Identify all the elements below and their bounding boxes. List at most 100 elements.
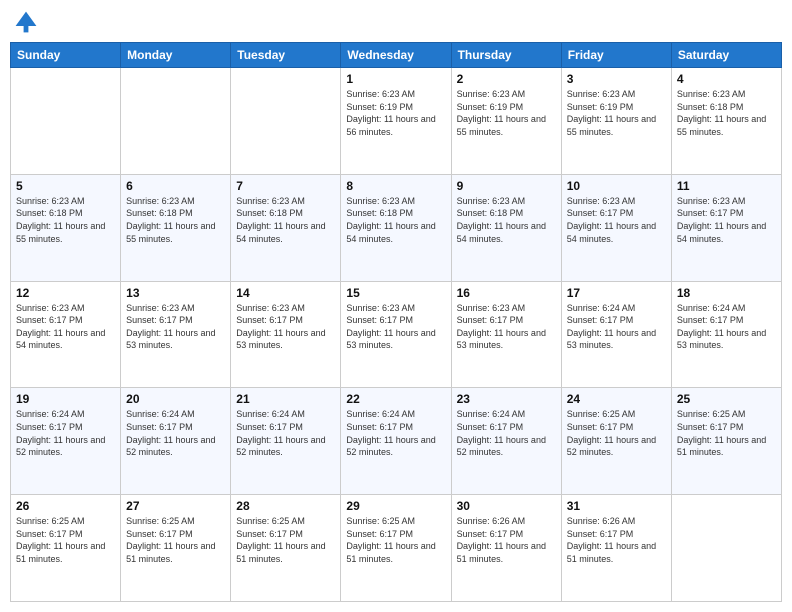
day-number: 20	[126, 392, 225, 406]
calendar-cell: 19 Sunrise: 6:24 AM Sunset: 6:17 PM Dayli…	[11, 388, 121, 495]
day-number: 7	[236, 179, 335, 193]
day-number: 5	[16, 179, 115, 193]
day-number: 23	[457, 392, 556, 406]
calendar-cell: 27Sunrise: 6:25 AM Sunset: 6:17 PM Dayli…	[121, 495, 231, 602]
col-header-tuesday: Tuesday	[231, 43, 341, 68]
calendar-cell	[231, 68, 341, 175]
calendar-cell: 9 Sunrise: 6:23 AM Sunset: 6:18 PM Daylig…	[451, 174, 561, 281]
day-info: Sunrise: 6:23 AM Sunset: 6:19 PM Dayligh…	[567, 88, 666, 138]
calendar-cell: 2Sunrise: 6:23 AM Sunset: 6:19 PM Daylig…	[451, 68, 561, 175]
calendar-cell	[121, 68, 231, 175]
day-number: 15	[346, 286, 445, 300]
day-info: Sunrise: 6:23 AM Sunset: 6:18 PM Dayligh…	[457, 195, 556, 245]
day-info: Sunrise: 6:23 AM Sunset: 6:17 PM Dayligh…	[16, 302, 115, 352]
day-number: 13	[126, 286, 225, 300]
day-number: 18	[677, 286, 776, 300]
day-info: Sunrise: 6:26 AM Sunset: 6:17 PM Dayligh…	[567, 515, 666, 565]
calendar-cell: 8 Sunrise: 6:23 AM Sunset: 6:18 PM Daylig…	[341, 174, 451, 281]
calendar-cell: 3 Sunrise: 6:23 AM Sunset: 6:19 PM Daylig…	[561, 68, 671, 175]
calendar-cell: 31 Sunrise: 6:26 AM Sunset: 6:17 PM Dayli…	[561, 495, 671, 602]
calendar-table: SundayMondayTuesdayWednesdayThursdayFrid…	[10, 42, 782, 602]
calendar-cell: 16 Sunrise: 6:23 AM Sunset: 6:17 PM Dayli…	[451, 281, 561, 388]
calendar-cell: 7 Sunrise: 6:23 AM Sunset: 6:18 PM Daylig…	[231, 174, 341, 281]
day-number: 1	[346, 72, 445, 86]
calendar-cell: 17 Sunrise: 6:24 AM Sunset: 6:17 PM Dayli…	[561, 281, 671, 388]
calendar-cell: 18Sunrise: 6:24 AM Sunset: 6:17 PM Dayli…	[671, 281, 781, 388]
col-header-friday: Friday	[561, 43, 671, 68]
day-info: Sunrise: 6:24 AM Sunset: 6:17 PM Dayligh…	[236, 408, 335, 458]
day-number: 25	[677, 392, 776, 406]
day-number: 26	[16, 499, 115, 513]
calendar-cell: 5 Sunrise: 6:23 AM Sunset: 6:18 PM Daylig…	[11, 174, 121, 281]
day-number: 4	[677, 72, 776, 86]
day-number: 10	[567, 179, 666, 193]
logo	[14, 10, 42, 34]
day-info: Sunrise: 6:23 AM Sunset: 6:17 PM Dayligh…	[457, 302, 556, 352]
calendar-cell: 20 Sunrise: 6:24 AM Sunset: 6:17 PM Dayli…	[121, 388, 231, 495]
day-number: 29	[346, 499, 445, 513]
day-info: Sunrise: 6:24 AM Sunset: 6:17 PM Dayligh…	[16, 408, 115, 458]
day-info: Sunrise: 6:23 AM Sunset: 6:17 PM Dayligh…	[677, 195, 776, 245]
day-info: Sunrise: 6:25 AM Sunset: 6:17 PM Dayligh…	[236, 515, 335, 565]
week-row-4: 26 Sunrise: 6:25 AM Sunset: 6:17 PM Dayli…	[11, 495, 782, 602]
day-info: Sunrise: 6:23 AM Sunset: 6:18 PM Dayligh…	[126, 195, 225, 245]
calendar-cell: 15 Sunrise: 6:23 AM Sunset: 6:17 PM Dayli…	[341, 281, 451, 388]
calendar-cell: 14 Sunrise: 6:23 AM Sunset: 6:17 PM Dayli…	[231, 281, 341, 388]
calendar-cell: 10 Sunrise: 6:23 AM Sunset: 6:17 PM Dayli…	[561, 174, 671, 281]
day-number: 16	[457, 286, 556, 300]
day-info: Sunrise: 6:23 AM Sunset: 6:18 PM Dayligh…	[677, 88, 776, 138]
day-number: 17	[567, 286, 666, 300]
calendar-cell: 23Sunrise: 6:24 AM Sunset: 6:17 PM Dayli…	[451, 388, 561, 495]
col-header-thursday: Thursday	[451, 43, 561, 68]
day-number: 9	[457, 179, 556, 193]
week-row-1: 5 Sunrise: 6:23 AM Sunset: 6:18 PM Daylig…	[11, 174, 782, 281]
calendar-cell: 28 Sunrise: 6:25 AM Sunset: 6:17 PM Dayli…	[231, 495, 341, 602]
day-number: 27	[126, 499, 225, 513]
calendar-cell: 24Sunrise: 6:25 AM Sunset: 6:17 PM Dayli…	[561, 388, 671, 495]
day-number: 6	[126, 179, 225, 193]
calendar-cell: 26 Sunrise: 6:25 AM Sunset: 6:17 PM Dayli…	[11, 495, 121, 602]
calendar-cell: 21Sunrise: 6:24 AM Sunset: 6:17 PM Dayli…	[231, 388, 341, 495]
calendar-cell: 13 Sunrise: 6:23 AM Sunset: 6:17 PM Dayli…	[121, 281, 231, 388]
day-number: 8	[346, 179, 445, 193]
day-info: Sunrise: 6:26 AM Sunset: 6:17 PM Dayligh…	[457, 515, 556, 565]
day-number: 28	[236, 499, 335, 513]
col-header-monday: Monday	[121, 43, 231, 68]
day-number: 2	[457, 72, 556, 86]
day-number: 12	[16, 286, 115, 300]
col-header-sunday: Sunday	[11, 43, 121, 68]
calendar-cell: 12 Sunrise: 6:23 AM Sunset: 6:17 PM Dayli…	[11, 281, 121, 388]
day-info: Sunrise: 6:23 AM Sunset: 6:17 PM Dayligh…	[346, 302, 445, 352]
header	[10, 10, 782, 34]
day-number: 31	[567, 499, 666, 513]
calendar-cell	[11, 68, 121, 175]
day-info: Sunrise: 6:23 AM Sunset: 6:17 PM Dayligh…	[126, 302, 225, 352]
day-info: Sunrise: 6:23 AM Sunset: 6:18 PM Dayligh…	[236, 195, 335, 245]
day-info: Sunrise: 6:25 AM Sunset: 6:17 PM Dayligh…	[567, 408, 666, 458]
logo-icon	[14, 10, 38, 34]
day-info: Sunrise: 6:24 AM Sunset: 6:17 PM Dayligh…	[126, 408, 225, 458]
day-info: Sunrise: 6:23 AM Sunset: 6:18 PM Dayligh…	[346, 195, 445, 245]
col-header-wednesday: Wednesday	[341, 43, 451, 68]
day-info: Sunrise: 6:24 AM Sunset: 6:17 PM Dayligh…	[346, 408, 445, 458]
day-info: Sunrise: 6:25 AM Sunset: 6:17 PM Dayligh…	[677, 408, 776, 458]
day-info: Sunrise: 6:24 AM Sunset: 6:17 PM Dayligh…	[567, 302, 666, 352]
day-number: 30	[457, 499, 556, 513]
calendar-cell: 4 Sunrise: 6:23 AM Sunset: 6:18 PM Daylig…	[671, 68, 781, 175]
calendar-cell: 1 Sunrise: 6:23 AM Sunset: 6:19 PM Daylig…	[341, 68, 451, 175]
day-number: 19	[16, 392, 115, 406]
day-info: Sunrise: 6:25 AM Sunset: 6:17 PM Dayligh…	[16, 515, 115, 565]
day-number: 14	[236, 286, 335, 300]
day-number: 3	[567, 72, 666, 86]
day-info: Sunrise: 6:23 AM Sunset: 6:19 PM Dayligh…	[346, 88, 445, 138]
calendar-cell: 29Sunrise: 6:25 AM Sunset: 6:17 PM Dayli…	[341, 495, 451, 602]
page: SundayMondayTuesdayWednesdayThursdayFrid…	[0, 0, 792, 612]
week-row-2: 12 Sunrise: 6:23 AM Sunset: 6:17 PM Dayli…	[11, 281, 782, 388]
day-number: 22	[346, 392, 445, 406]
day-info: Sunrise: 6:23 AM Sunset: 6:17 PM Dayligh…	[567, 195, 666, 245]
day-info: Sunrise: 6:23 AM Sunset: 6:18 PM Dayligh…	[16, 195, 115, 245]
col-header-saturday: Saturday	[671, 43, 781, 68]
day-info: Sunrise: 6:23 AM Sunset: 6:17 PM Dayligh…	[236, 302, 335, 352]
day-number: 11	[677, 179, 776, 193]
calendar-cell: 11 Sunrise: 6:23 AM Sunset: 6:17 PM Dayli…	[671, 174, 781, 281]
